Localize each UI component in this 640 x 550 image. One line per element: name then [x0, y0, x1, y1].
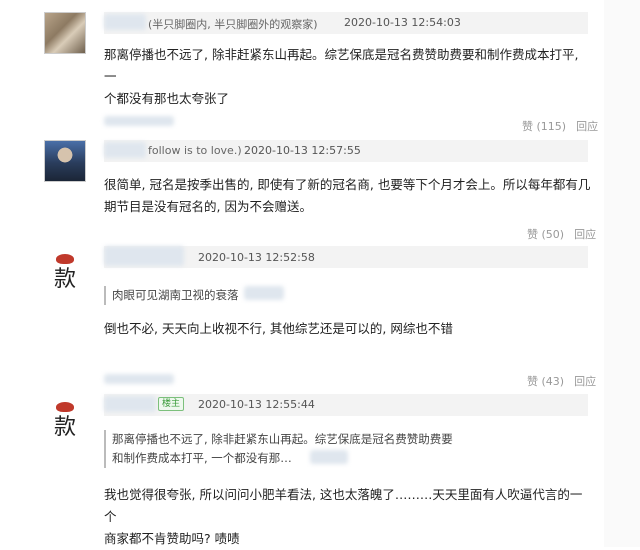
like-count: (43) [541, 375, 565, 388]
quote-text: 那离停播也不远了, 除非赶紧东山再起。综艺保底是冠名费赞助费要 [112, 432, 453, 446]
avatar[interactable]: 款 [44, 398, 86, 440]
username-blurred[interactable] [104, 14, 146, 30]
avatar[interactable]: 款 [44, 250, 86, 292]
avatar[interactable] [44, 140, 86, 182]
op-badge: 楼主 [158, 397, 185, 411]
username-blurred[interactable] [104, 396, 156, 412]
comment-text-line: 那离停播也不远了, 除非赶紧东山再起。综艺保底是冠名费赞助费要和制作费成本打平,… [104, 47, 579, 84]
quote-text: 肉眼可见湖南卫视的衰落 [112, 288, 239, 302]
reply-button[interactable]: 回应 [576, 120, 598, 133]
comment-time: 2020-10-13 12:54:03 [344, 16, 461, 29]
quote-text: 和制作费成本打平, 一个都没有那… [112, 451, 292, 465]
comment-time: 2020-10-13 12:55:44 [198, 398, 315, 411]
logo-mark-icon [56, 254, 74, 264]
like-count: (115) [536, 120, 567, 133]
like-button[interactable]: 赞 (115) [522, 120, 566, 133]
comment-actions: 赞 (43) 回应 [517, 373, 596, 389]
like-count: (50) [541, 228, 565, 241]
like-button[interactable]: 赞 (43) [527, 375, 564, 388]
comment-text: 那离停播也不远了, 除非赶紧东山再起。综艺保底是冠名费赞助费要和制作费成本打平,… [104, 44, 594, 110]
reply-button[interactable]: 回应 [574, 228, 596, 241]
like-label: 赞 [527, 228, 538, 241]
avatar[interactable] [44, 12, 86, 54]
avatar-glyph: 款 [53, 415, 76, 440]
comment-text-line: 个都没有那也太夸张了 [104, 91, 230, 106]
like-label: 赞 [522, 120, 533, 133]
username-suffix: follow is to love.) [148, 144, 242, 157]
comment-actions: 赞 (50) 回应 [517, 226, 596, 242]
comment-text: 很简单, 冠名是按季出售的, 即使有了新的冠名商, 也要等下个月才会上。所以每年… [104, 174, 594, 218]
quote-user-blurred[interactable] [310, 450, 348, 464]
like-label: 赞 [527, 375, 538, 388]
logo-mark-icon [56, 402, 74, 412]
comment-text: 我也觉得很夸张, 所以问问小肥羊看法, 这也太落魄了………天天里面有人吹逼代言的… [104, 484, 594, 550]
username-blurred[interactable] [104, 142, 146, 158]
comment-text-line: 我也觉得很夸张, 所以问问小肥羊看法, 这也太落魄了………天天里面有人吹逼代言的… [104, 487, 583, 524]
username-blurred[interactable] [104, 246, 184, 266]
comment-actions: 赞 (115) 回应 [512, 118, 598, 134]
comment-text-line: 倒也不必, 天天向上收视不行, 其他综艺还是可以的, 网综也不错 [104, 321, 453, 336]
quoted-comment: 肉眼可见湖南卫视的衰落 [104, 286, 239, 305]
quote-user-blurred[interactable] [244, 286, 284, 300]
avatar-glyph: 款 [53, 267, 76, 292]
page-edge [604, 0, 640, 547]
comment-text: 倒也不必, 天天向上收视不行, 其他综艺还是可以的, 网综也不错 [104, 318, 594, 340]
like-button[interactable]: 赞 (50) [527, 228, 564, 241]
blurred-row [104, 116, 174, 126]
reply-button[interactable]: 回应 [574, 375, 596, 388]
comment-time: 2020-10-13 12:52:58 [198, 251, 315, 264]
comment-time: 2020-10-13 12:57:55 [244, 144, 361, 157]
comment-text-line: 期节目是没有冠名的, 因为不会赠送。 [104, 199, 312, 214]
quoted-comment: 那离停播也不远了, 除非赶紧东山再起。综艺保底是冠名费赞助费要 和制作费成本打平… [104, 430, 453, 468]
comment-text-line: 很简单, 冠名是按季出售的, 即使有了新的冠名商, 也要等下个月才会上。所以每年… [104, 177, 591, 192]
username-suffix: (半只脚圈内, 半只脚圈外的观察家) [148, 18, 318, 31]
blurred-row [104, 374, 174, 384]
